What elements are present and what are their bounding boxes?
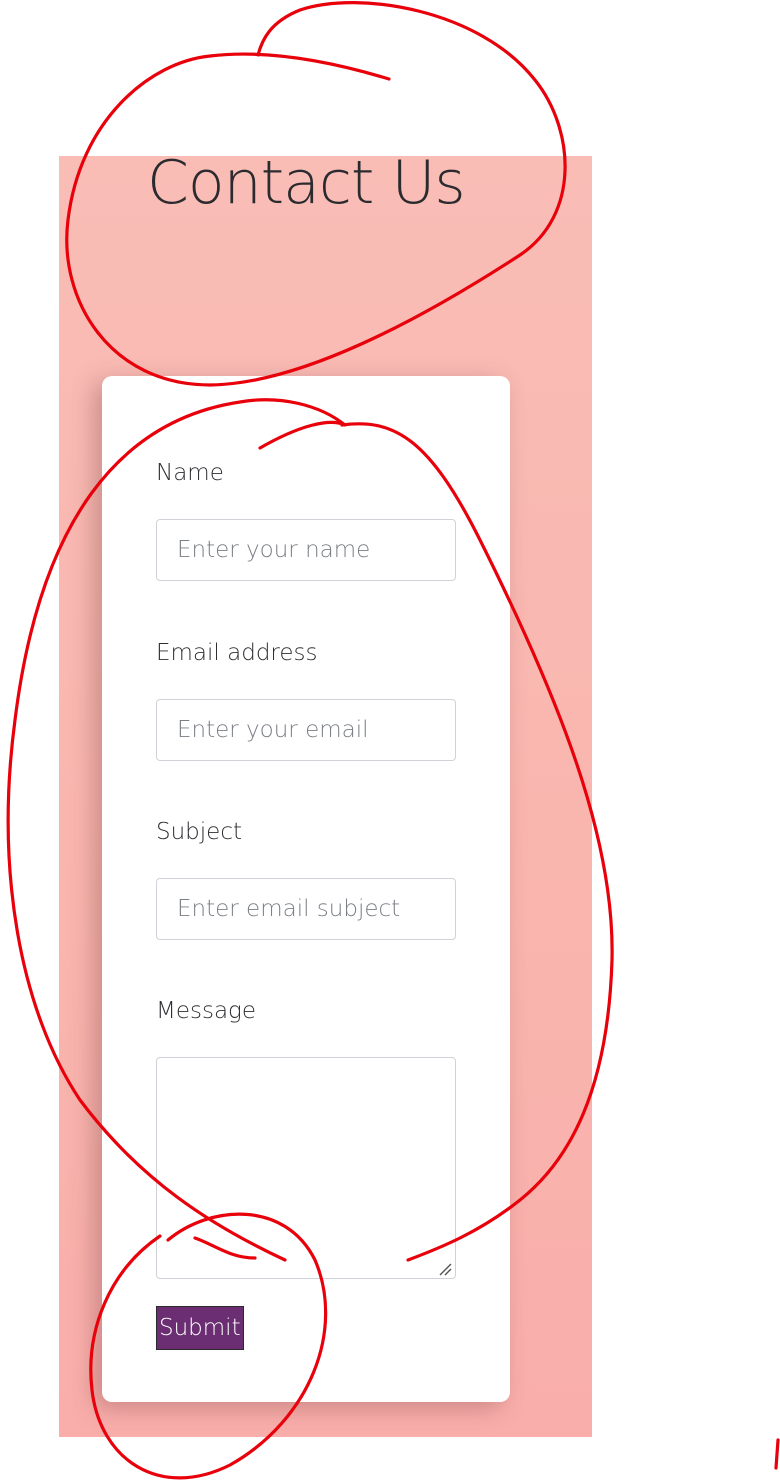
submit-button[interactable]: Submit (156, 1306, 244, 1350)
email-input[interactable] (156, 699, 456, 761)
email-label: Email address (156, 640, 318, 666)
message-textarea[interactable] (156, 1057, 456, 1279)
name-input[interactable] (156, 519, 456, 581)
contact-form-card: Name Email address Subject Message Submi… (102, 376, 510, 1402)
subject-label: Subject (156, 819, 242, 845)
message-label: Message (156, 998, 257, 1024)
resize-handle-icon[interactable] (438, 1262, 452, 1276)
contact-section: Contact Us Name Email address Subject Me… (59, 148, 592, 1437)
subject-input[interactable] (156, 878, 456, 940)
page-title: Contact Us (147, 148, 466, 218)
edge-scribble-mark (774, 1438, 780, 1470)
name-label: Name (156, 460, 224, 486)
